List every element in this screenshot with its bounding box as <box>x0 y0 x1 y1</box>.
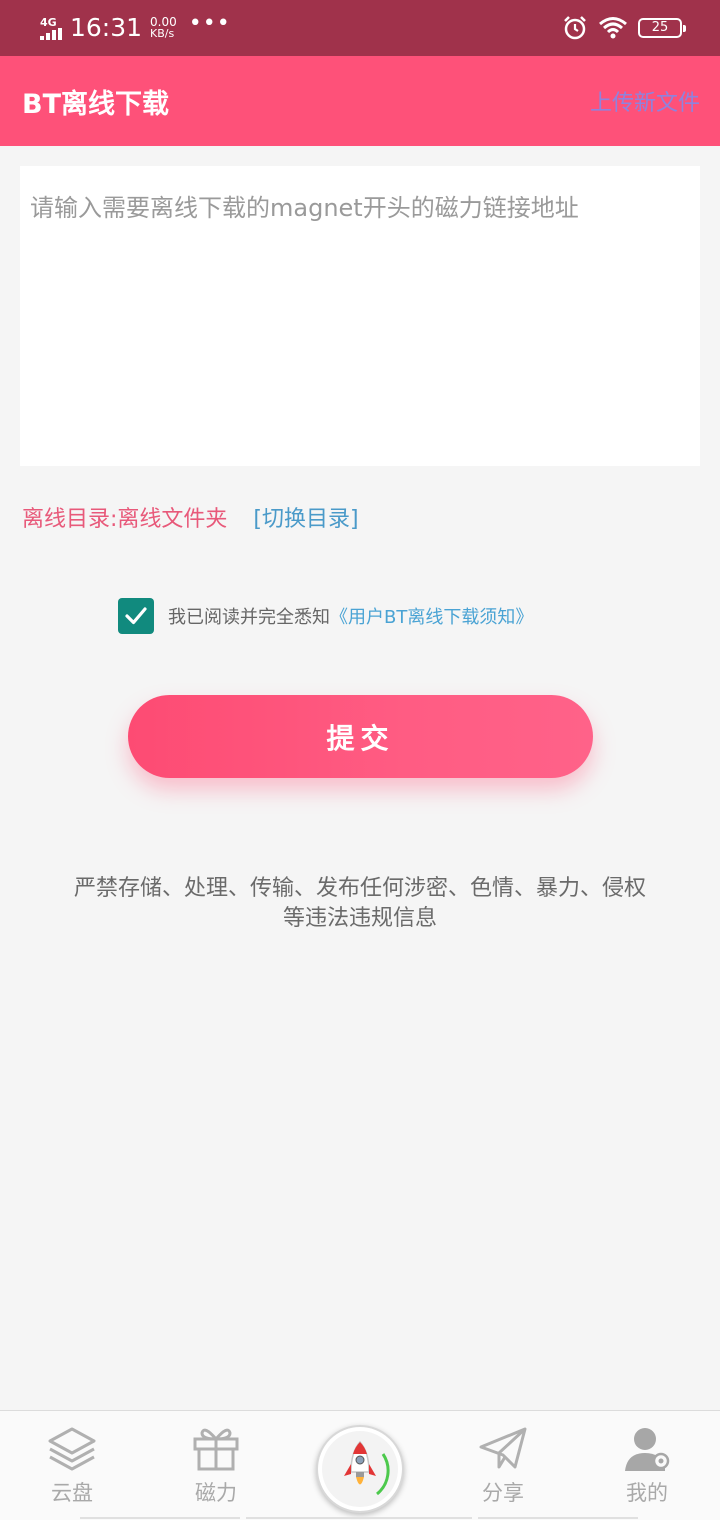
page-title: BT离线下载 <box>22 88 169 120</box>
offline-directory-row: 离线目录:离线文件夹 [切换目录] <box>22 500 359 534</box>
bottom-nav: 云盘 磁力 分享 我的 <box>0 1410 720 1520</box>
layers-icon <box>48 1427 96 1471</box>
nav-item-offline-download[interactable] <box>316 1425 404 1513</box>
status-right: 25 <box>562 15 686 41</box>
nav-item-magnet[interactable]: 磁力 <box>166 1423 266 1513</box>
agreement-text: 我已阅读并完全悉知 <box>168 607 330 628</box>
nav-item-mine[interactable]: 我的 <box>597 1423 697 1513</box>
offline-directory-label: 离线目录:离线文件夹 <box>22 507 228 532</box>
rocket-icon <box>344 1440 390 1496</box>
bt-download-notice-link[interactable]: 《用户BT离线下载须知》 <box>330 603 533 629</box>
status-bar: 4G 16:31 0.00 KB/s ••• 25 <box>0 0 720 56</box>
agreement-row: 我已阅读并完全悉知 《用户BT离线下载须知》 <box>118 598 533 634</box>
checkmark-icon <box>125 607 147 625</box>
signal-icon: 4G <box>40 17 62 40</box>
paper-plane-icon <box>479 1427 527 1469</box>
status-left: 4G 16:31 0.00 KB/s ••• <box>40 11 231 42</box>
nav-label-cloud-disk: 云盘 <box>51 1481 93 1505</box>
nav-label-share: 分享 <box>482 1481 524 1505</box>
network-type: 4G <box>40 15 57 29</box>
wifi-icon <box>599 17 627 39</box>
speed-unit: KB/s <box>150 27 175 40</box>
warning-line-2: 等违法违规信息 <box>282 906 437 931</box>
warning-line-1: 严禁存储、处理、传输、发布任何涉密、色情、暴力、侵权 <box>73 876 646 901</box>
magnet-link-input[interactable] <box>20 166 700 466</box>
app-bar: BT离线下载 上传新文件 <box>0 56 720 146</box>
upload-new-file-link[interactable]: 上传新文件 <box>590 85 700 117</box>
legal-warning: 严禁存储、处理、传输、发布任何涉密、色情、暴力、侵权 等违法违规信息 <box>30 874 690 934</box>
switch-directory-link[interactable]: [切换目录] <box>253 501 358 533</box>
nav-label-mine: 我的 <box>626 1481 668 1505</box>
user-icon <box>625 1428 670 1471</box>
more-notifications-icon: ••• <box>188 11 231 36</box>
submit-button[interactable]: 提交 <box>128 695 593 778</box>
network-speed: 0.00 KB/s <box>150 16 177 40</box>
battery-icon: 25 <box>638 18 686 38</box>
nav-label-magnet: 磁力 <box>195 1481 237 1505</box>
gift-icon <box>193 1428 239 1471</box>
agreement-checkbox[interactable] <box>118 598 154 634</box>
alarm-icon <box>564 16 586 40</box>
nav-item-cloud-disk[interactable]: 云盘 <box>22 1423 122 1513</box>
nav-item-share[interactable]: 分享 <box>453 1423 553 1513</box>
status-time: 16:31 <box>70 13 143 42</box>
